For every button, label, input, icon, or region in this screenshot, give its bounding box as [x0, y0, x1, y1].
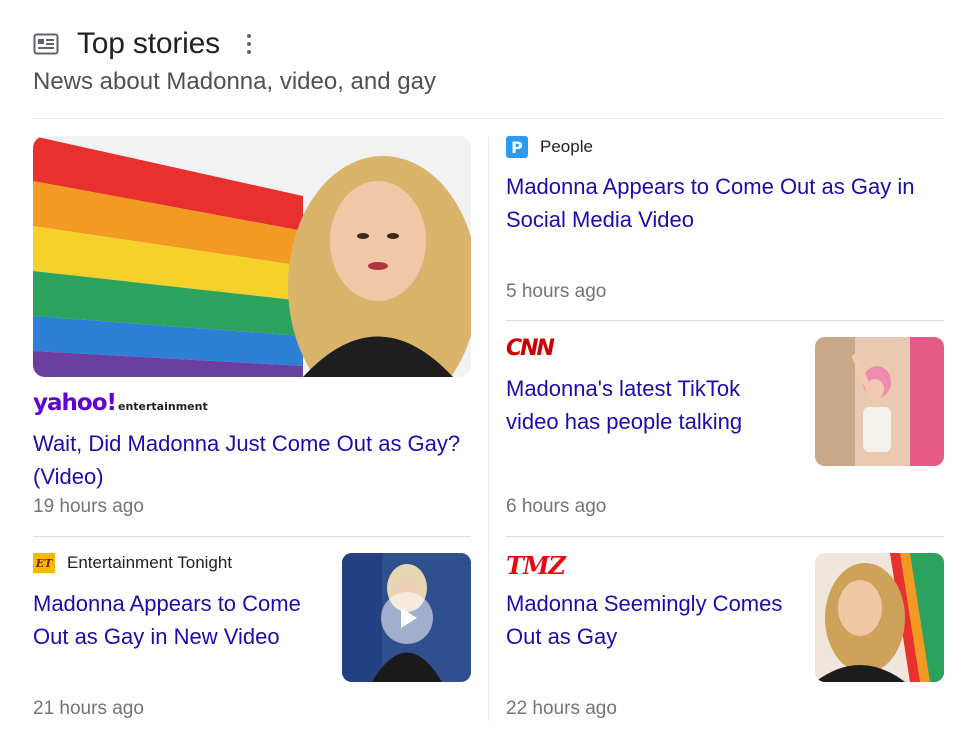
separator-right-2	[506, 536, 944, 537]
source-yahoo: yahoo! entertainment	[33, 390, 208, 416]
story-time-people: 5 hours ago	[506, 281, 607, 302]
story-time-yahoo: 19 hours ago	[33, 496, 144, 517]
source-name-people: People	[540, 137, 593, 156]
tiktok-video-thumbnail	[815, 337, 944, 466]
top-stories-header: Top stories	[33, 26, 252, 62]
section-subtitle: News about Madonna, video, and gay	[33, 68, 436, 95]
story-time-et: 21 hours ago	[33, 698, 144, 719]
story-image-yahoo[interactable]	[33, 136, 471, 377]
source-people: P People	[506, 136, 593, 158]
story-headline-yahoo[interactable]: Wait, Did Madonna Just Come Out as Gay? …	[33, 427, 473, 493]
source-name-et: Entertainment Tonight	[67, 553, 233, 572]
separator-left-1	[33, 536, 471, 537]
story-headline-tmz[interactable]: Madonna Seemingly Comes Out as Gay	[506, 587, 796, 653]
header-divider	[33, 118, 944, 119]
story-thumbnail-et[interactable]	[342, 553, 471, 682]
story-time-cnn: 6 hours ago	[506, 496, 607, 517]
et-logo: ET	[33, 553, 55, 573]
story-headline-cnn[interactable]: Madonna's latest TikTok video has people…	[506, 372, 786, 438]
column-divider	[488, 136, 489, 721]
play-icon[interactable]	[387, 598, 427, 638]
story-headline-people[interactable]: Madonna Appears to Come Out as Gay in So…	[506, 170, 936, 236]
source-tmz: TMZ	[506, 551, 566, 580]
story-time-tmz: 22 hours ago	[506, 698, 617, 719]
section-title: Top stories	[77, 27, 220, 60]
story-thumbnail-cnn[interactable]	[815, 337, 944, 466]
newspaper-icon	[33, 33, 59, 55]
source-cnn: CNN	[506, 336, 555, 361]
yahoo-entertainment-logo: yahoo! entertainment	[33, 390, 208, 416]
story-thumbnail-tmz[interactable]	[815, 553, 944, 682]
people-logo: P	[506, 136, 528, 158]
separator-right-1	[506, 320, 944, 321]
source-et: ET Entertainment Tonight	[33, 553, 232, 573]
tmz-logo: TMZ	[506, 551, 566, 580]
story-headline-et[interactable]: Madonna Appears to Come Out as Gay in Ne…	[33, 587, 323, 653]
madonna-photo-thumbnail	[815, 553, 944, 682]
cnn-logo: CNN	[506, 336, 555, 361]
rainbow-flag-photo	[33, 136, 471, 377]
more-vert-icon[interactable]	[246, 34, 252, 54]
